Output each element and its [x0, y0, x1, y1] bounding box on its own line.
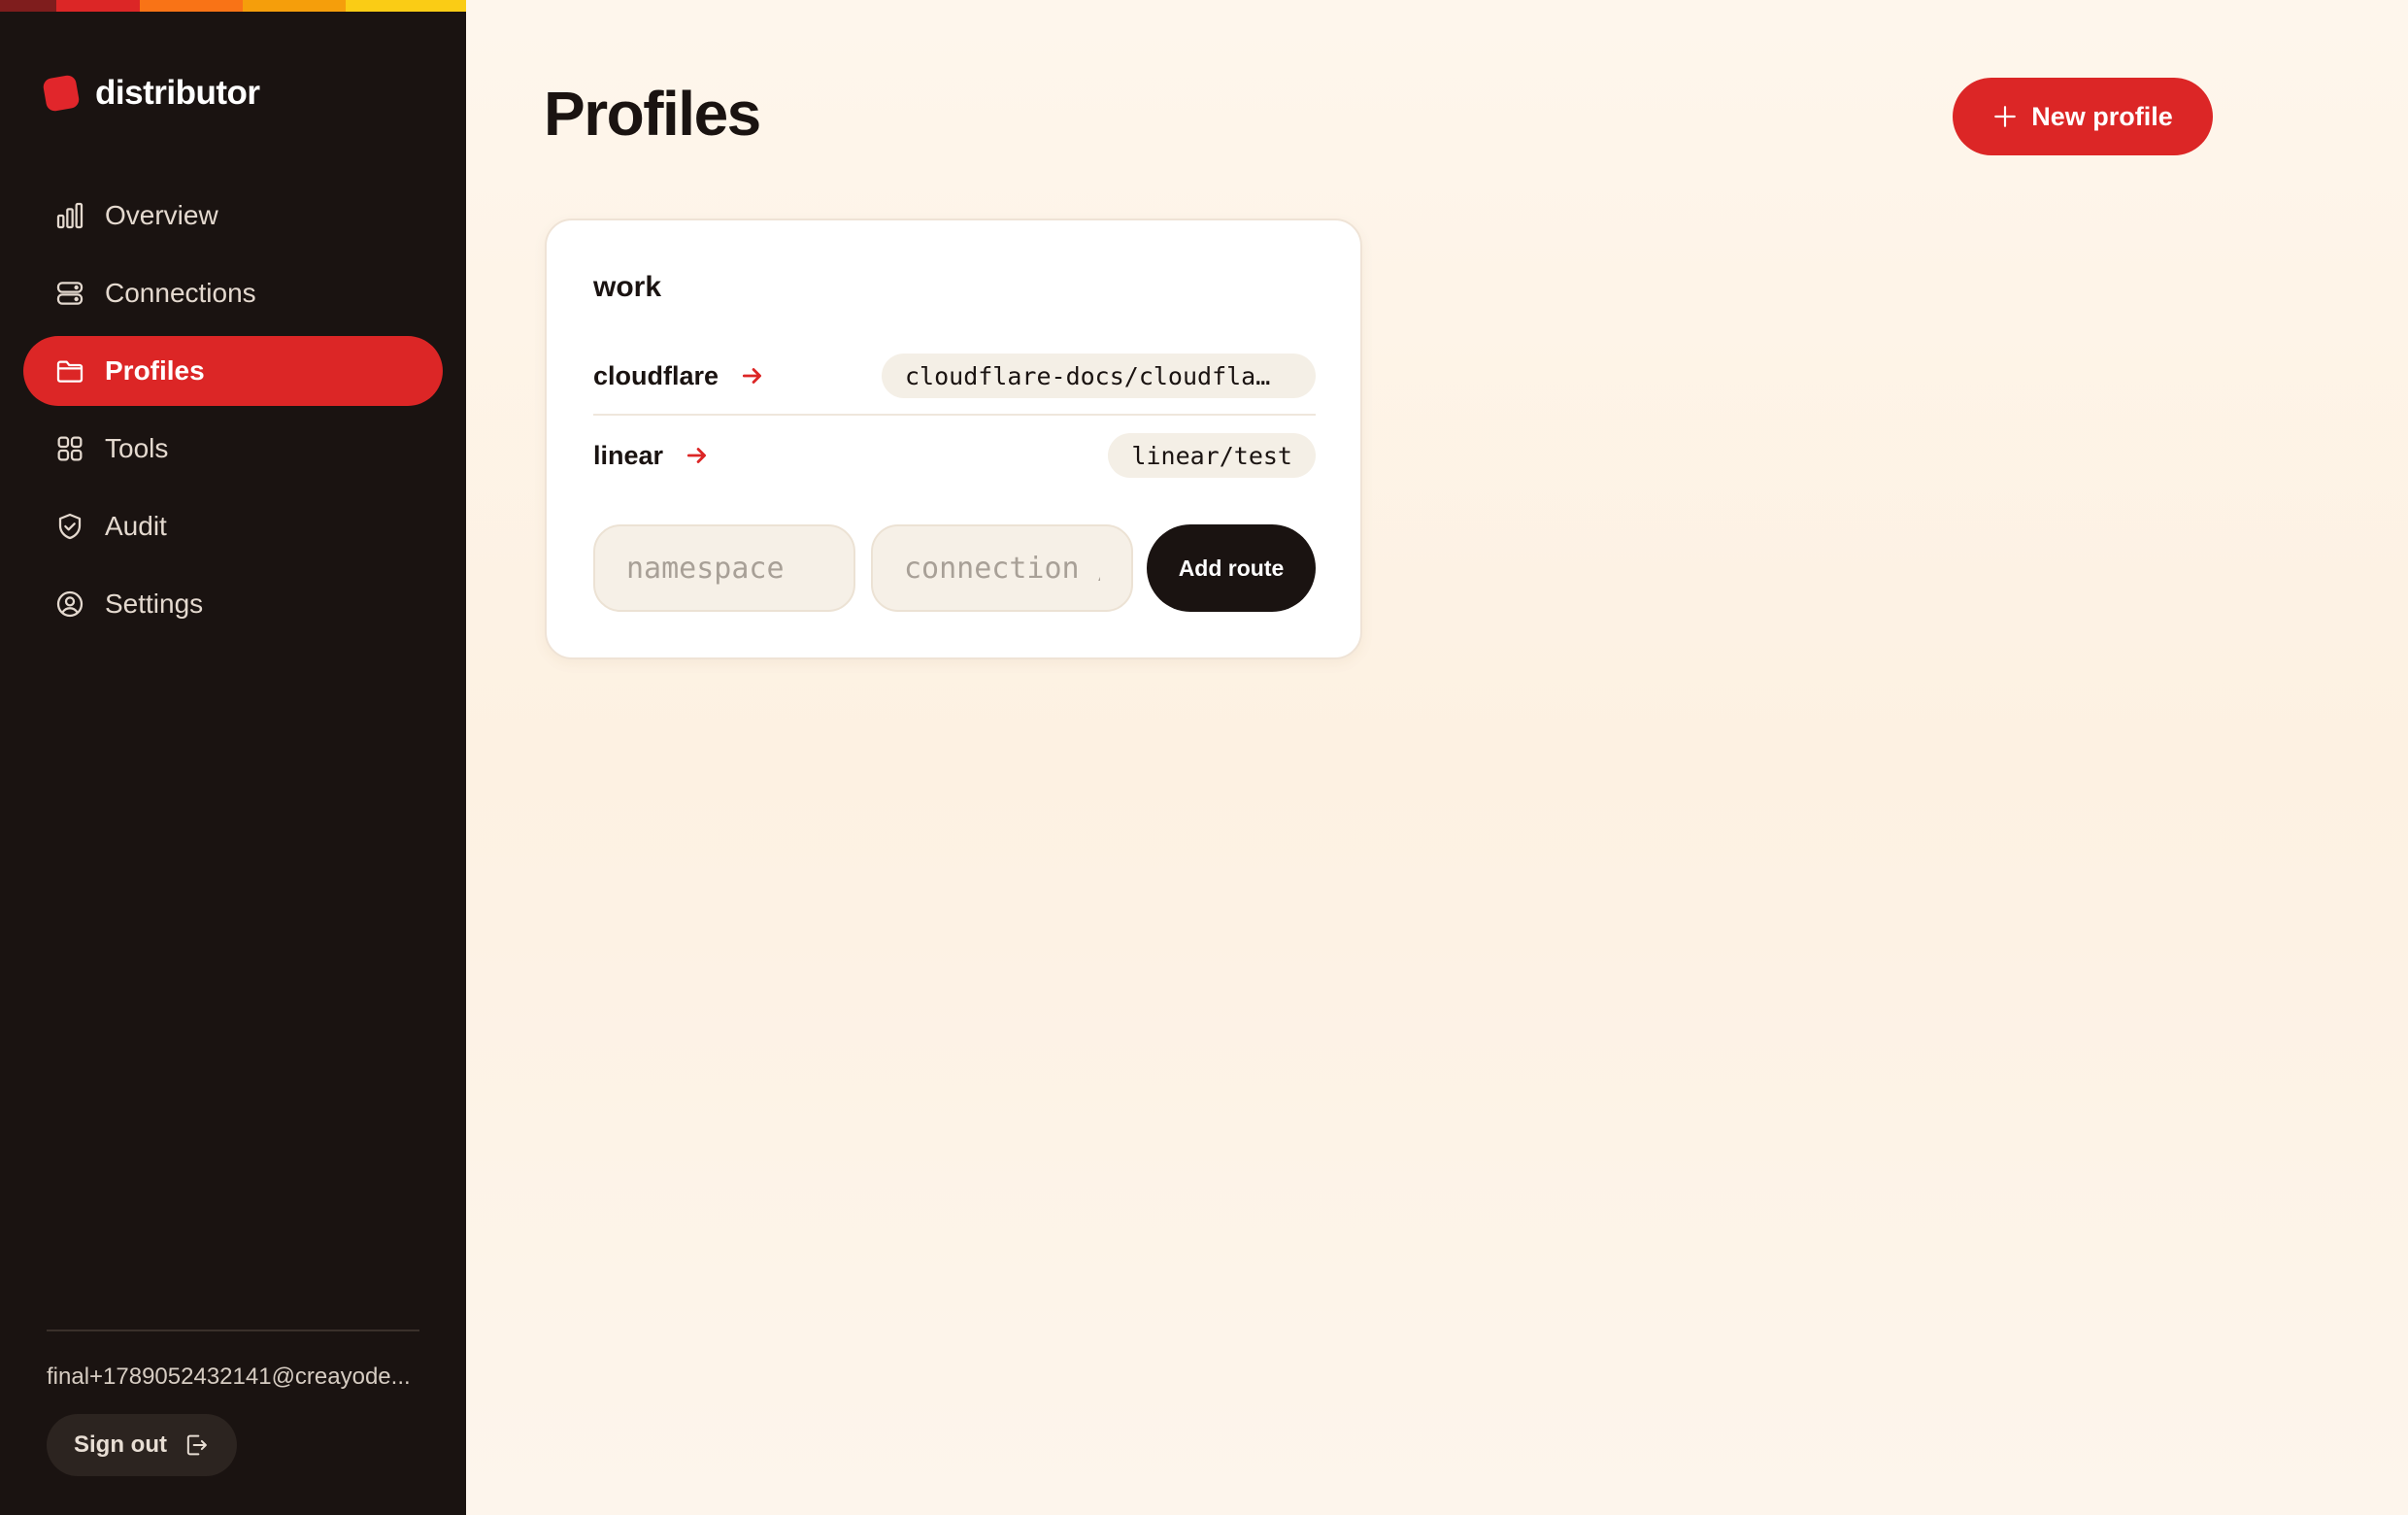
profile-card: work cloudflare cloudflare-docs/cloudfla…	[545, 219, 1362, 659]
connection-input[interactable]	[871, 524, 1133, 612]
new-profile-button[interactable]: New profile	[1953, 78, 2213, 155]
shield-check-icon	[58, 513, 82, 540]
route-namespace: cloudflare	[593, 360, 719, 390]
sidebar-item-profiles[interactable]: Profiles	[23, 336, 443, 406]
brand-stripe	[0, 0, 466, 12]
grid-icon	[57, 436, 83, 461]
sidebar-item-connections[interactable]: Connections	[23, 258, 443, 328]
database-icon	[56, 282, 84, 305]
sign-out-label: Sign out	[74, 1431, 167, 1458]
new-profile-label: New profile	[2031, 101, 2173, 131]
sidebar-item-tools[interactable]: Tools	[23, 414, 443, 484]
sign-out-icon	[186, 1434, 207, 1456]
sidebar-item-label: Profiles	[105, 355, 205, 386]
route-namespace: linear	[593, 440, 664, 470]
main-content: Profiles New profile work cloudflare clo…	[466, 0, 2408, 1515]
sidebar-nav: Overview Connections Profiles Tools Audi…	[23, 181, 443, 647]
brand-name: distributor	[95, 74, 260, 112]
folder-icon	[56, 360, 84, 383]
sidebar-item-label: Tools	[105, 433, 169, 463]
profile-name: work	[593, 271, 662, 303]
sidebar: distributor Overview Connections Profile…	[0, 0, 466, 1515]
route-row: cloudflare cloudflare-docs/cloudfla…	[593, 347, 1316, 405]
sidebar-item-label: Audit	[105, 511, 167, 541]
route-target: cloudflare-docs/cloudfla…	[882, 354, 1316, 398]
route-row: linear linear/test	[593, 426, 1316, 485]
route-target: linear/test	[1108, 433, 1316, 478]
plus-icon	[1994, 106, 2017, 127]
add-route-button[interactable]: Add route	[1147, 524, 1316, 612]
sidebar-item-label: Overview	[105, 200, 218, 230]
brand[interactable]: distributor	[42, 74, 260, 113]
sidebar-item-settings[interactable]: Settings	[23, 569, 443, 639]
arrow-right-icon	[742, 368, 762, 384]
namespace-input[interactable]	[593, 524, 855, 612]
arrow-right-icon	[686, 448, 707, 463]
sidebar-item-audit[interactable]: Audit	[23, 491, 443, 561]
sidebar-divider	[47, 1330, 419, 1331]
bar-chart-icon	[56, 202, 84, 229]
route-divider	[593, 414, 1316, 416]
sidebar-item-label: Connections	[105, 278, 256, 308]
sidebar-item-overview[interactable]: Overview	[23, 181, 443, 251]
logo-icon	[42, 74, 81, 113]
user-circle-icon	[56, 590, 84, 618]
sidebar-item-label: Settings	[105, 589, 204, 619]
sign-out-button[interactable]: Sign out	[47, 1414, 237, 1476]
user-email: final+1789052432141@creayode...	[47, 1364, 411, 1390]
page-title: Profiles	[544, 79, 761, 149]
